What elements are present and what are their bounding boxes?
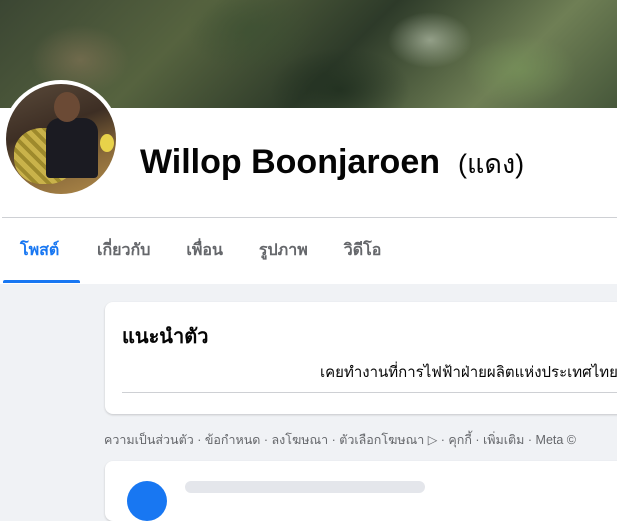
profile-alternate-name: (แดง): [458, 149, 525, 179]
tab-friends[interactable]: เพื่อน: [168, 219, 241, 283]
post-author-placeholder: [185, 481, 425, 493]
intro-bio: เคยทำงานที่การไฟฟ้าฝ่ายผลิตแห่งประเทศไทย: [320, 364, 617, 381]
footer-links: ความเป็นส่วนตัว · ข้อกำหนด · ลงโฆษณา · ต…: [104, 433, 577, 447]
intro-divider: [122, 392, 617, 393]
tab-about[interactable]: เกี่ยวกับ: [79, 219, 168, 283]
footer-link-terms[interactable]: ข้อกำหนด: [205, 433, 261, 447]
post-card: [105, 461, 617, 521]
footer-link-privacy[interactable]: ความเป็นส่วนตัว: [104, 433, 194, 447]
profile-tabs: โพสต์ เกี่ยวกับ เพื่อน รูปภาพ วิดีโอ: [0, 219, 617, 283]
intro-card: แนะนำตัว เคยทำงานที่การไฟฟ้าฝ่ายผลิตแห่ง…: [105, 302, 617, 414]
footer-link-cookies[interactable]: คุกกี้: [448, 433, 472, 447]
avatar-image: [6, 84, 116, 194]
footer-link-more[interactable]: เพิ่มเติม: [483, 433, 524, 447]
tab-videos[interactable]: วิดีโอ: [326, 219, 400, 283]
header-divider: [2, 217, 617, 218]
post-author-avatar[interactable]: [127, 481, 167, 521]
profile-avatar[interactable]: [2, 80, 120, 198]
footer-meta-copyright: Meta ©: [535, 433, 577, 447]
tab-posts[interactable]: โพสต์: [0, 219, 80, 283]
footer-link-ad-choices[interactable]: ตัวเลือกโฆษณา ▷: [339, 433, 437, 447]
intro-title: แนะนำตัว: [122, 326, 209, 348]
profile-name: Willop Boonjaroen: [140, 143, 441, 181]
footer-link-advertising[interactable]: ลงโฆษณา: [272, 433, 329, 447]
profile-name-row: Willop Boonjaroen (แดง): [140, 142, 524, 185]
tab-photos[interactable]: รูปภาพ: [241, 219, 326, 283]
